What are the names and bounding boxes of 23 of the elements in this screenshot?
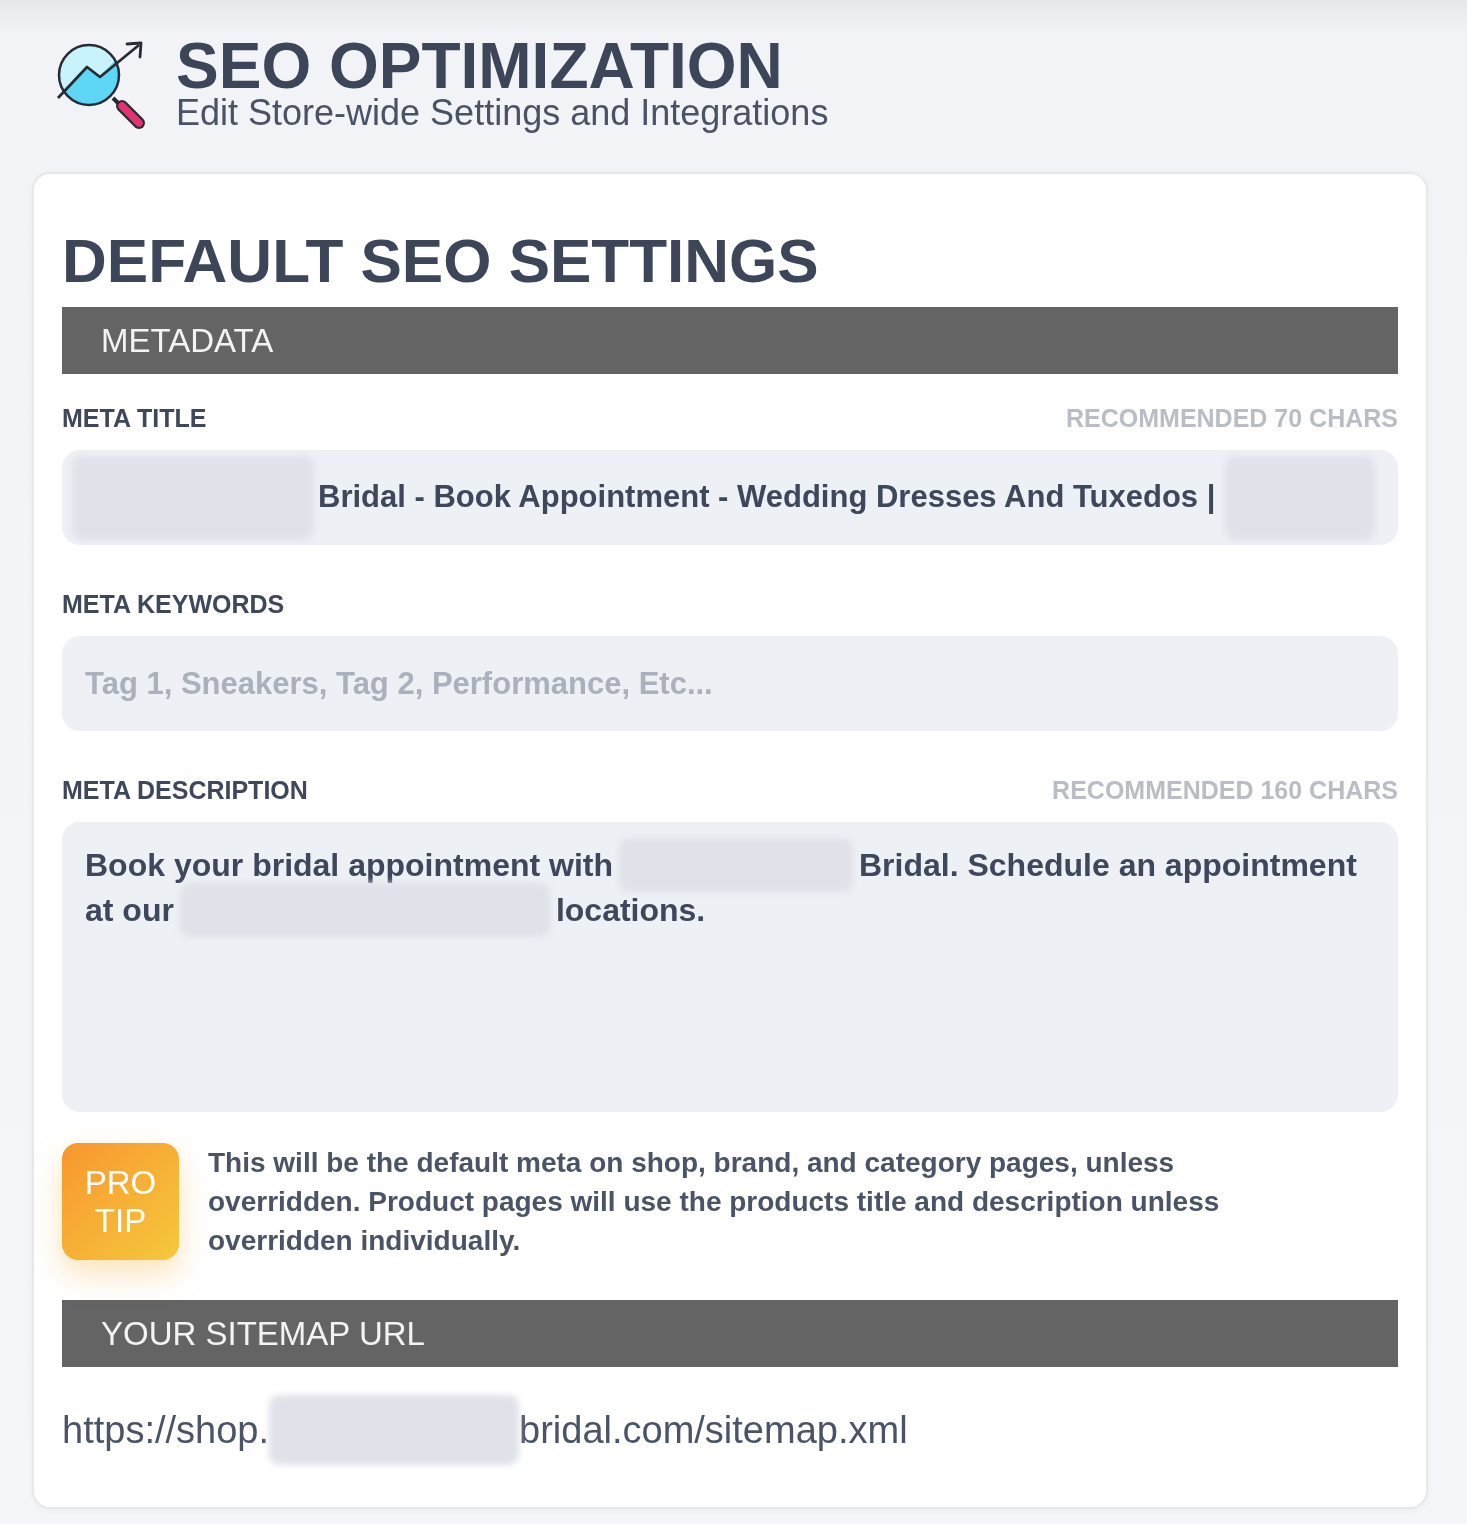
section-header-bar: YOUR SITEMAP URL xyxy=(62,1300,1398,1367)
meta-description-field[interactable]: Book your bridal appointment with Bridal. Schedule an appointment at our locations. xyxy=(62,822,1398,1112)
section-header-bar: METADATA xyxy=(62,307,1398,374)
section-title: DEFAULT SEO SETTINGS xyxy=(62,230,820,292)
description-text: at our xyxy=(85,890,174,930)
page-title: SEO OPTIMIZATION xyxy=(176,34,783,98)
pro-tip-badge: PRO TIP xyxy=(62,1143,179,1260)
description-text: Bridal. Schedule an appointment xyxy=(859,845,1357,885)
sitemap-url: https://shop. xyxy=(62,1407,269,1453)
description-text: Book your bridal appointment with xyxy=(85,845,613,885)
meta-keywords-field[interactable]: Tag 1, Sneakers, Tag 2, Performance, Etc... xyxy=(62,636,1398,731)
character-hint: RECOMMENDED 160 CHARS xyxy=(1052,778,1398,803)
meta-title-field[interactable]: Bridal - Book Appointment - Wedding Dresses And Tuxedos | xyxy=(62,450,1398,545)
page-subtitle: Edit Store-wide Settings and Integrations xyxy=(176,95,829,131)
field-value: Bridal - Book Appointment - Wedding Dresses And Tuxedos | xyxy=(318,478,1216,517)
description-text: locations. xyxy=(555,890,706,930)
character-hint: RECOMMENDED 70 CHARS xyxy=(1066,406,1398,431)
field-label: META DESCRIPTION xyxy=(62,778,308,803)
sitemap-url: bridal.com/sitemap.xml xyxy=(519,1407,908,1453)
magnifier-chart-icon xyxy=(55,40,147,130)
pro-tip-text: This will be the default meta on shop, brand, and category pages, unless overridden. Product pages will use the products title and description unless overridden individually. xyxy=(208,1146,1221,1258)
field-label: META KEYWORDS xyxy=(62,592,285,617)
field-label: META TITLE xyxy=(62,406,207,431)
